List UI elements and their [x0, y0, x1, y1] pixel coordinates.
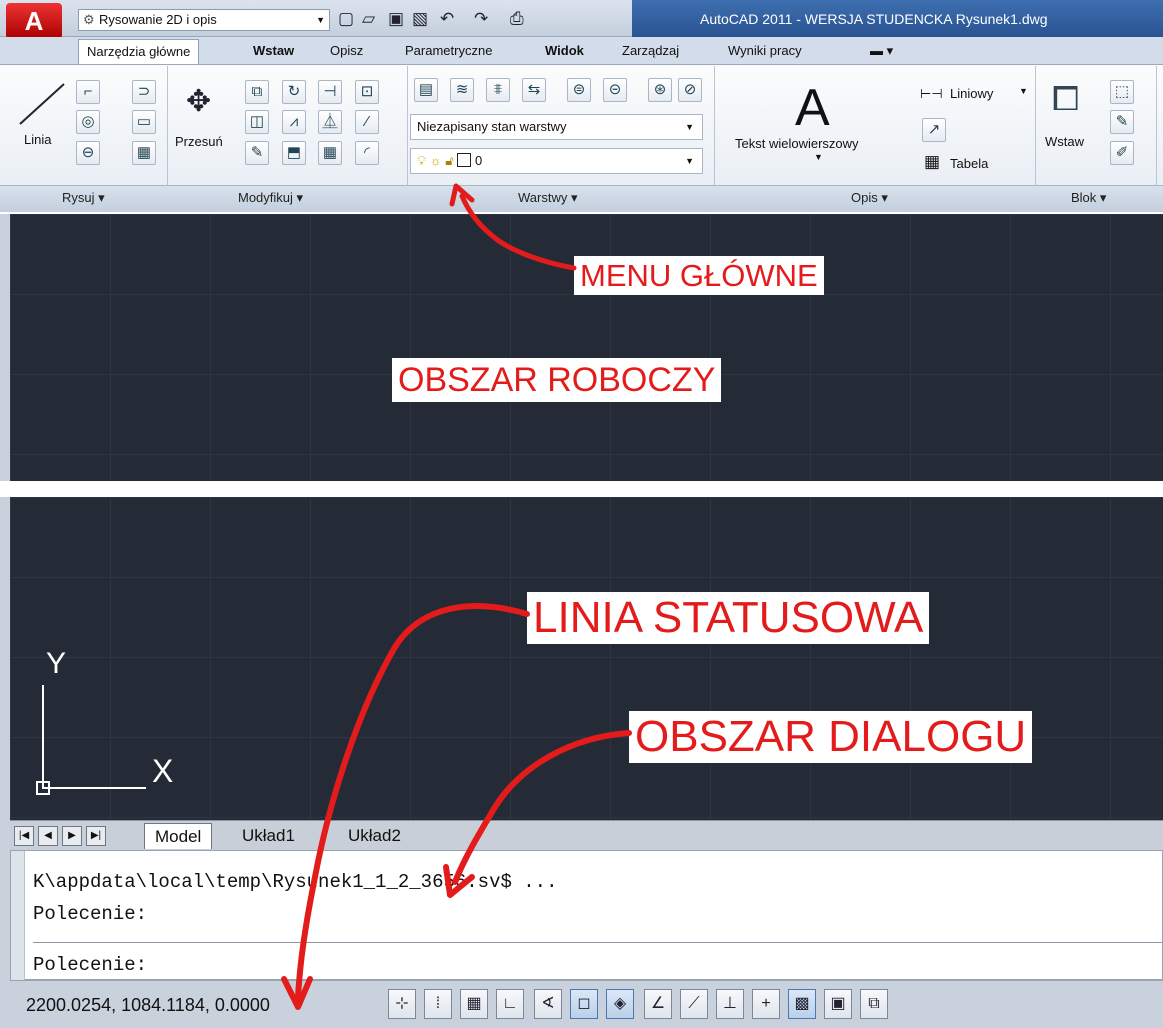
top-screenshot: A ⚙ Rysowanie 2D i opis ▼ ▢ ▱ ▣ ▧ ↶ ↷ ⎙ A… — [0, 0, 1163, 481]
arrow-main-menu — [449, 183, 577, 271]
bottom-screenshot: Y X LINIA STATUSOWA OBSZAR DIALOGU |◀ ◀ … — [0, 497, 1163, 1028]
arrows-status-dialog — [281, 603, 632, 1010]
